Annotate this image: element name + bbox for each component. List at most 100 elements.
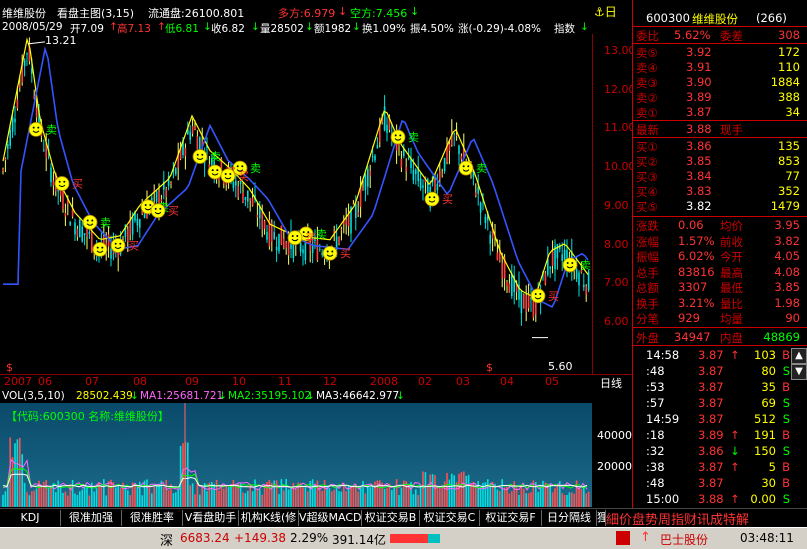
volume-bar: [311, 479, 314, 507]
price-tick-label: 6.00: [604, 314, 629, 328]
candle-body: [249, 198, 251, 201]
tick-price: 3.87: [698, 412, 724, 426]
ohlc-amount-arrow: ↓: [352, 21, 361, 33]
indicator-tab[interactable]: 机构K线(修: [239, 510, 299, 526]
indicator-tab[interactable]: V看盘助手: [183, 510, 239, 526]
candle-body: [50, 167, 52, 183]
sell-signal-icon: 卖: [28, 122, 57, 137]
buy-signal-label: 买: [238, 170, 249, 183]
order-volume: 388: [778, 90, 800, 104]
ma-long-line: [3, 46, 589, 308]
ticker-strip[interactable]: 細价盘势周指财讯成特解: [606, 509, 749, 528]
candle-body: [43, 149, 45, 151]
volume-bar: [405, 481, 407, 507]
indicator-tab[interactable]: 权证交易B: [362, 510, 420, 526]
buy-signal-label: 买: [442, 193, 453, 206]
candle-body: [16, 99, 19, 109]
volume-bar: [153, 486, 155, 507]
period-label[interactable]: 日线: [600, 375, 622, 391]
indicator-tab[interactable]: 权证交易F: [480, 510, 542, 526]
tick-row: :57 3.87 69 S: [634, 396, 790, 411]
candle-body: [223, 182, 225, 184]
candle-body: [575, 268, 578, 279]
vol-ma2-arrow: ↓: [306, 390, 315, 402]
candle-body: [242, 192, 244, 203]
volume-bar: [16, 439, 19, 507]
volume-bar: [499, 490, 501, 507]
candle-body: [9, 130, 11, 146]
indicator-tab[interactable]: 狸出: [597, 510, 606, 526]
stat-row: 换手 3.21% 量比 1.98: [634, 296, 804, 311]
volume-bar: [158, 483, 160, 507]
vol-value: 28502.439: [76, 390, 133, 402]
indicator-tab[interactable]: V超级MACD: [299, 510, 362, 526]
candle-body: [458, 145, 460, 154]
indicator-tab[interactable]: KDJ: [0, 510, 61, 526]
order-volume: 853: [778, 154, 800, 168]
candle-body: [261, 212, 263, 230]
volume-bar: [520, 485, 523, 507]
volume-bar: [136, 484, 139, 507]
volume-bar: [568, 492, 571, 507]
volume-bar: [141, 495, 143, 507]
volume-bar: [563, 494, 566, 507]
candle-body: [11, 117, 14, 132]
outer-inner-row: 外盘 34947 内盘 48869: [634, 330, 804, 345]
tick-row: 14:59 3.87 512 S: [634, 412, 790, 427]
candle-body: [520, 290, 523, 314]
volume-bar: [47, 487, 50, 507]
alert-icon[interactable]: [616, 531, 630, 545]
volume-bar: [316, 480, 319, 507]
candlestick-chart[interactable]: 卖卖卖卖卖卖卖卖卖买买买买买买买买买买: [0, 34, 592, 374]
tick-time: :48: [646, 364, 665, 378]
buy-signal-label: 买: [305, 232, 316, 245]
volume-bar: [287, 489, 290, 507]
volume-bar: [31, 491, 33, 507]
indicator-tab[interactable]: 很准胜率: [122, 510, 183, 526]
stat-label: 最高: [720, 265, 743, 280]
candle-body: [4, 158, 7, 161]
candle-body: [405, 166, 407, 172]
volume-bar: [350, 486, 352, 507]
indicator-tab[interactable]: 很准加强: [61, 510, 122, 526]
candle-body: [563, 249, 566, 261]
order-row: 买③ 3.84 77: [634, 169, 804, 184]
volume-bar: [14, 443, 16, 507]
indicator-tab[interactable]: 日分隔线: [542, 510, 597, 526]
volume-bar: [261, 494, 263, 507]
stat-value: 929: [678, 311, 700, 325]
tick-row: 15:00 3.88 ↑ 0.00 S: [634, 492, 790, 507]
volume-bar: [230, 486, 232, 507]
order-row: 买② 3.85 853: [634, 154, 804, 169]
alert-arrow: ↑: [640, 530, 651, 545]
vol-ma3: MA3:46642.977: [316, 390, 400, 402]
volume-bar: [4, 491, 7, 507]
tick-side: B: [782, 380, 790, 394]
scroll-up-icon[interactable]: ▲: [791, 348, 807, 364]
market-pct: 2.29%: [290, 531, 329, 545]
tick-time: 14:58: [646, 348, 680, 362]
volume-bar: [441, 486, 443, 507]
order-row: 卖② 3.89 388: [634, 90, 804, 105]
volume-bar: [127, 490, 129, 507]
scroll-down-icon[interactable]: ▼: [791, 364, 807, 380]
volume-bar: [391, 489, 393, 507]
candle-body: [237, 186, 239, 198]
volume-bar: [328, 488, 331, 507]
candle-body: [232, 182, 235, 188]
candle-body: [376, 145, 379, 149]
volume-bar: [439, 487, 441, 507]
volume-bar: [434, 475, 436, 507]
alert-stock[interactable]: 巴士股份: [660, 531, 708, 548]
volume-bar: [383, 488, 386, 507]
volume-bar: [167, 490, 170, 507]
volume-bar: [28, 495, 31, 507]
period-icon[interactable]: ⚓日: [594, 3, 617, 20]
sell-signal-label: 卖: [250, 162, 261, 175]
candle-body: [26, 53, 28, 55]
indicator-tab[interactable]: 权证交易C: [420, 510, 480, 526]
volume-bar: [417, 495, 419, 507]
volume-bar: [364, 493, 367, 507]
date-tick-label: 02: [418, 375, 432, 388]
candle-body: [374, 155, 376, 161]
